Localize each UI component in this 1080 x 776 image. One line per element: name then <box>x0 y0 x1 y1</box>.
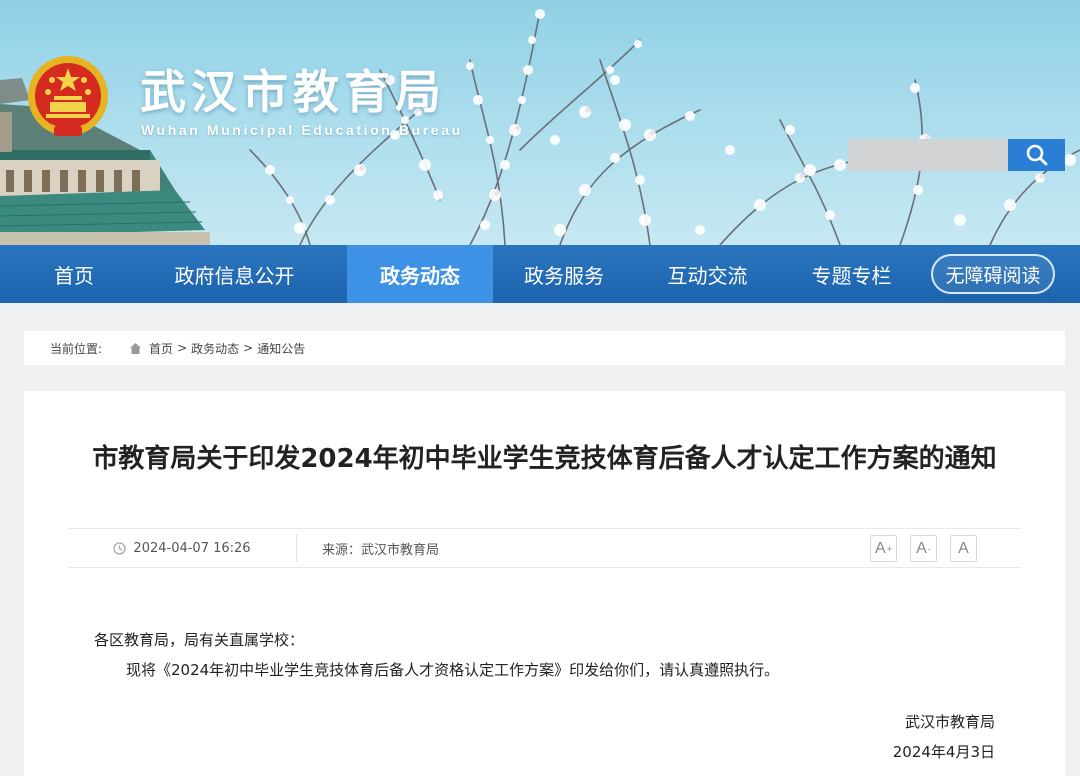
breadcrumb-separator: > <box>243 341 254 355</box>
clock-icon <box>113 541 127 555</box>
breadcrumb-label: 当前位置: <box>50 341 103 356</box>
nav-item-interaction[interactable]: 互动交流 <box>635 245 780 303</box>
breadcrumb: 当前位置: 首页 > 政务动态 > 通知公告 <box>24 331 1065 365</box>
nav-item-gov-news[interactable]: 政务动态 <box>347 245 493 303</box>
font-decrease-button[interactable]: A- <box>910 535 937 562</box>
font-reset-button[interactable]: A <box>950 535 977 562</box>
main-nav: 首页 政府信息公开 政务动态 政务服务 互动交流 专题专栏 无障碍阅读 <box>0 245 1080 303</box>
nav-item-topics[interactable]: 专题专栏 <box>780 245 923 303</box>
breadcrumb-home[interactable]: 首页 <box>149 340 173 357</box>
article-paragraph: 现将《2024年初中毕业学生竞技体育后备人才资格认定工作方案》印发给你们，请认真… <box>126 661 780 679</box>
signature-date: 2024年4月3日 <box>892 743 995 761</box>
article-time: 2024-04-07 16:26 <box>68 534 297 562</box>
breadcrumb-separator: > <box>177 341 188 355</box>
breadcrumb-notices[interactable]: 通知公告 <box>257 340 305 357</box>
header-banner: 武汉市教育局 Wuhan Municipal Education Bureau <box>0 0 1080 245</box>
search-button[interactable] <box>1008 139 1065 171</box>
nav-item-home[interactable]: 首页 <box>0 245 148 303</box>
national-emblem-icon <box>28 56 108 136</box>
breadcrumb-gov-news[interactable]: 政务动态 <box>191 340 239 357</box>
home-icon <box>130 342 142 354</box>
article-source: 来源：武汉市教育局 <box>322 542 440 558</box>
article-title: 市教育局关于印发2024年初中毕业学生竞技体育后备人才认定工作方案的通知 <box>92 444 997 474</box>
accessibility-button[interactable]: 无障碍阅读 <box>931 254 1055 294</box>
site-title: 武汉市教育局 <box>140 65 446 119</box>
font-size-controls: A + A- A <box>870 535 977 562</box>
site-subtitle: Wuhan Municipal Education Bureau <box>141 122 463 138</box>
article-panel: 市教育局关于印发2024年初中毕业学生竞技体育后备人才认定工作方案的通知 202… <box>24 391 1065 776</box>
article-salutation: 各区教育局，局有关直属学校： <box>94 631 305 649</box>
signature-org: 武汉市教育局 <box>904 713 995 731</box>
article-time-text: 2024-04-07 16:26 <box>133 540 251 556</box>
search-input[interactable] <box>848 139 1008 171</box>
search-icon <box>1026 144 1047 166</box>
nav-item-gov-info[interactable]: 政府信息公开 <box>148 245 321 303</box>
article-body: 各区教育局，局有关直属学校： 现将《2024年初中毕业学生竞技体育后备人才资格认… <box>94 625 779 685</box>
font-increase-button[interactable]: A + <box>870 535 897 562</box>
article-meta: 2024-04-07 16:26 来源：武汉市教育局 A + A- A <box>68 528 1021 568</box>
nav-item-gov-service[interactable]: 政务服务 <box>493 245 635 303</box>
article-signature: 武汉市教育局 2024年4月3日 <box>893 707 995 767</box>
